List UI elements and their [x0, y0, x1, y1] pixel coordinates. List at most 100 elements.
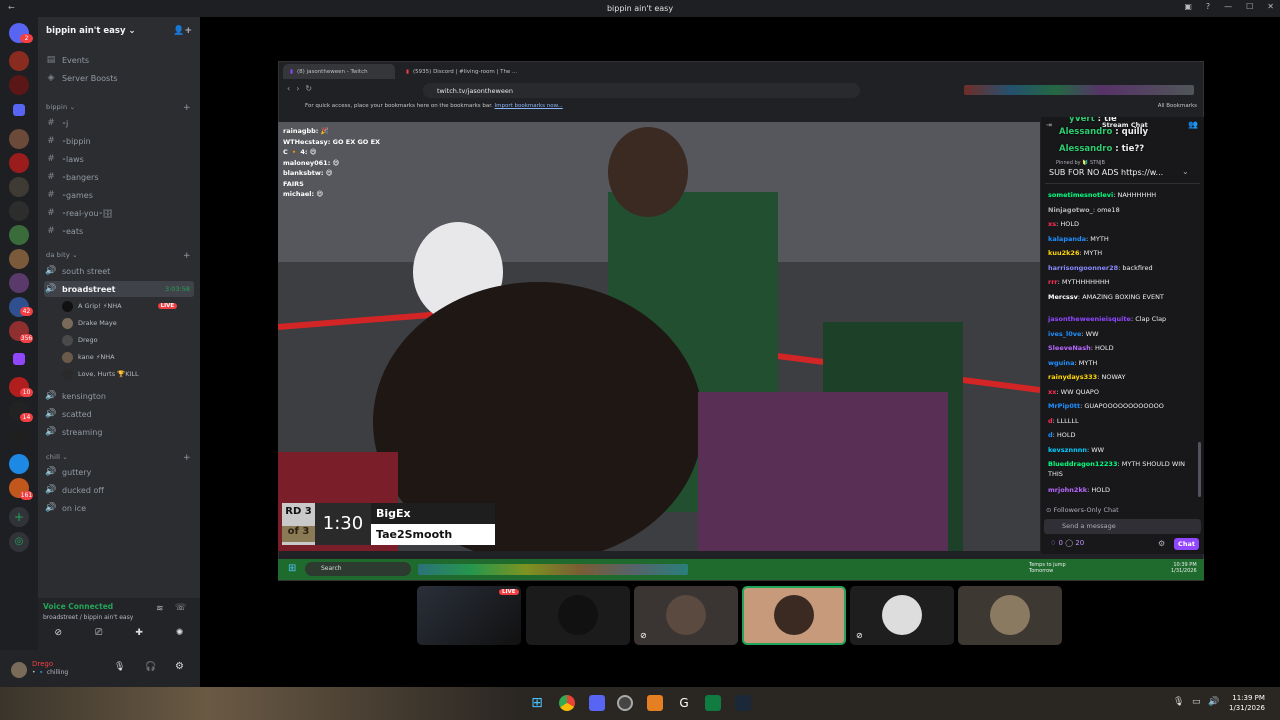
headphones-icon[interactable]: 🎧 [145, 662, 156, 672]
avatar[interactable] [11, 662, 27, 678]
chat-user[interactable]: kalapanda [1048, 235, 1086, 243]
voice-user[interactable]: kane ⚡NHA [62, 349, 115, 365]
channel-item[interactable]: # ⁃bangers [44, 169, 98, 185]
chat-user[interactable]: Ninjagotwo_ [1048, 206, 1093, 214]
add-channel-icon[interactable]: + [183, 453, 191, 463]
server-icon[interactable] [9, 225, 29, 245]
all-bookmarks[interactable]: All Bookmarks [1158, 103, 1197, 109]
server-icon[interactable] [9, 75, 29, 95]
discord-icon[interactable] [589, 695, 605, 711]
steam-icon[interactable] [735, 695, 751, 711]
chat-user[interactable]: Mercssv [1048, 293, 1078, 301]
voice-channel-scatted[interactable]: 🔊 scatted [44, 406, 91, 422]
server-icon[interactable] [9, 177, 29, 197]
folder-icon[interactable] [13, 353, 25, 365]
microphone-icon[interactable]: 🎙 [1173, 697, 1184, 707]
chat-user[interactable]: MrPip0tt [1048, 402, 1080, 410]
voice-user[interactable]: Love, Hurts 🏆KILL [62, 366, 139, 382]
chat-user[interactable]: mrjohn2kk [1048, 486, 1087, 494]
chat-scrollbar[interactable] [1198, 442, 1201, 497]
participant-tile-speaking[interactable] [742, 586, 846, 645]
chat-user[interactable]: kuu2k26 [1048, 249, 1079, 257]
channel-item[interactable]: # ⁃real-you⁃🗄 [44, 205, 113, 221]
add-member-icon[interactable]: 👤+ [173, 26, 192, 36]
soundboard-icon[interactable]: ✺ [176, 628, 184, 638]
category-bippin[interactable]: bippin ⌄ + [46, 103, 191, 113]
discover-icon[interactable]: ◎ [9, 532, 29, 552]
close-button[interactable]: ✕ [1267, 2, 1274, 11]
channel-item[interactable]: # ⁃j [44, 115, 68, 131]
participant-tile[interactable] [958, 586, 1062, 645]
chrome-icon[interactable] [559, 695, 575, 711]
server-icon[interactable] [9, 201, 29, 221]
chat-user[interactable]: xs [1048, 220, 1056, 228]
server-icon[interactable] [9, 129, 29, 149]
collapse-chat-icon[interactable]: ⇥ [1046, 121, 1052, 129]
voice-channel-streaming[interactable]: 🔊 streaming [44, 424, 102, 440]
chat-user[interactable]: xx [1048, 388, 1056, 396]
extensions-toolbar[interactable] [964, 85, 1194, 95]
folder-icon[interactable] [13, 104, 25, 116]
users-icon[interactable]: 👥 [1188, 120, 1198, 129]
channel-item[interactable]: # ⁃bippin [44, 133, 91, 149]
help-icon[interactable]: ? [1206, 2, 1210, 11]
category-da-bity[interactable]: da bity ⌄ + [46, 251, 191, 261]
add-channel-icon[interactable]: + [183, 251, 191, 261]
chat-user[interactable]: wguina [1048, 359, 1075, 367]
stream-video[interactable]: rainagbb: 🎉 WTHecstasy: GO EX GO EX C 🔸 … [278, 122, 1040, 551]
category-chill[interactable]: chill ⌄ + [46, 453, 191, 463]
chat-user[interactable]: d [1048, 417, 1053, 425]
voice-channel-kensington[interactable]: 🔊 kensington [44, 388, 106, 404]
server-icon[interactable] [9, 51, 29, 71]
server-icon[interactable] [9, 153, 29, 173]
minimize-button[interactable]: — [1224, 2, 1232, 11]
chat-user[interactable]: harrisongoonner28 [1048, 264, 1118, 272]
settings-gear-icon[interactable]: ⚙ [175, 661, 184, 672]
voice-channel-on-ice[interactable]: 🔊 on ice [44, 500, 86, 516]
server-icon[interactable] [9, 454, 29, 474]
chat-user[interactable]: sometimesnotlevi [1048, 191, 1113, 199]
volume-icon[interactable]: 🔊 [1208, 697, 1219, 707]
chat-user[interactable]: ives_l0ve [1048, 330, 1081, 338]
server-icon[interactable] [9, 273, 29, 293]
maximize-button[interactable]: ☐ [1246, 2, 1253, 11]
participant-tile-stream[interactable]: LIVE [417, 586, 521, 645]
channel-item[interactable]: # ⁃games [44, 187, 93, 203]
server-icon[interactable] [9, 428, 29, 448]
voice-user[interactable]: Drake Maye [62, 315, 117, 331]
voice-user[interactable]: Drego [62, 332, 98, 348]
chat-send-button[interactable]: Chat [1174, 538, 1199, 550]
chat-input[interactable]: Send a message [1044, 519, 1201, 534]
url-bar[interactable]: twitch.tv/jasontheween [423, 83, 860, 98]
system-clock[interactable]: 11:39 PM 1/31/2026 [1229, 693, 1265, 713]
guild-header[interactable]: bippin ain't easy ⌄ 👤+ [38, 17, 200, 45]
channel-item[interactable]: # ⁃eats [44, 223, 83, 239]
chat-user[interactable]: Blueddragon12233 [1048, 460, 1117, 468]
chat-user[interactable]: rainydays333 [1048, 373, 1097, 381]
microphone-icon[interactable]: 🎙 [114, 662, 125, 672]
app-icon[interactable]: G [676, 695, 692, 711]
chat-user[interactable]: jasontheweenieisquite [1048, 315, 1131, 323]
chat-user[interactable]: d [1048, 431, 1053, 439]
participant-tile[interactable] [526, 586, 630, 645]
noise-suppression-icon[interactable]: ≋ [156, 604, 164, 614]
participant-tile[interactable]: ⊘ [850, 586, 954, 645]
import-bookmarks-link[interactable]: Import bookmarks now... [495, 103, 563, 109]
chat-settings-icon[interactable]: ⚙ [1158, 539, 1165, 548]
server-icon[interactable] [9, 249, 29, 269]
add-channel-icon[interactable]: + [183, 103, 191, 113]
network-icon[interactable]: ▭ [1192, 697, 1201, 707]
pinned-ad[interactable]: SUB FOR NO ADS https://w... [1049, 168, 1163, 177]
share-screen-icon[interactable]: ⎚ [95, 628, 102, 638]
windows-start-icon[interactable]: ⊞ [529, 695, 545, 711]
add-server-icon[interactable]: + [9, 507, 29, 527]
voice-channel-south-street[interactable]: 🔊 south street [44, 263, 110, 279]
back-arrow-icon[interactable]: ← [8, 3, 15, 12]
app-icon[interactable] [647, 695, 663, 711]
channel-points[interactable]: ♢ 0 ◯ 20 [1050, 539, 1084, 547]
chat-user[interactable]: rrr [1048, 278, 1058, 286]
nav-buttons[interactable]: ‹›↻ [287, 84, 318, 93]
inbox-icon[interactable]: ▣ [1184, 2, 1192, 11]
nav-server-boosts[interactable]: ◈ Server Boosts [44, 70, 118, 86]
browser-tab-discord[interactable]: ▮ (5935) Discord | #living-room | The ... [399, 64, 517, 79]
